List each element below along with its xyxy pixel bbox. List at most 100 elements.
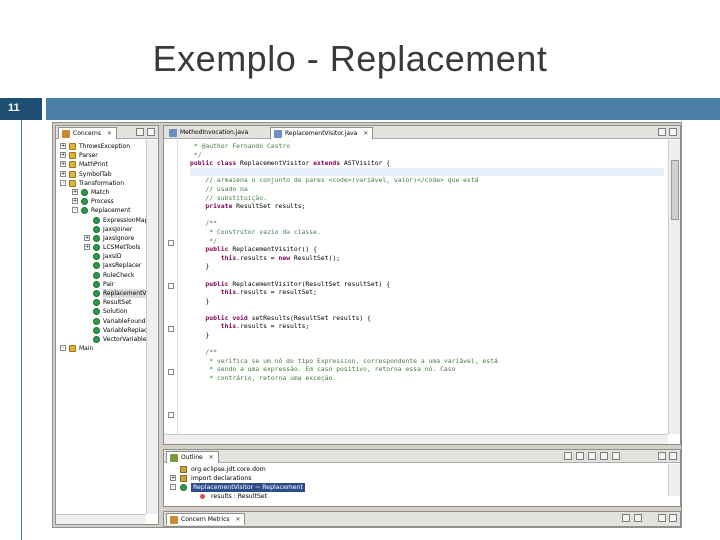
expand-icon[interactable]: + bbox=[60, 170, 66, 177]
class-icon bbox=[93, 280, 100, 288]
tab-replacement-visitor[interactable]: ReplacementVisitor.java ✕ bbox=[270, 127, 374, 139]
code-line: */ bbox=[190, 151, 664, 160]
outline-row[interactable]: + import declarations bbox=[170, 474, 666, 483]
tree-node[interactable]: VariableReplace bbox=[58, 326, 156, 335]
tab-method-invocation-label: MethodInvocation.java bbox=[180, 129, 249, 136]
hide-fields-icon[interactable] bbox=[576, 452, 584, 460]
tree-node[interactable]: Pair bbox=[58, 280, 156, 289]
minimize-icon[interactable] bbox=[658, 452, 666, 460]
tab-method-invocation[interactable]: MethodInvocation.java bbox=[166, 127, 252, 139]
tree-node[interactable]: ReplacementVisitor bbox=[58, 289, 158, 298]
tree-node[interactable]: ExpressionMap bbox=[58, 216, 156, 225]
tab-outline-label: Outline bbox=[181, 454, 203, 461]
class-icon bbox=[93, 326, 100, 334]
collapse-icon[interactable]: - bbox=[72, 207, 78, 214]
tab-concerns[interactable]: Concerns ✕ bbox=[58, 127, 117, 139]
collapse-icon[interactable]: - bbox=[60, 179, 66, 186]
minimize-icon[interactable] bbox=[658, 514, 666, 522]
tree-node[interactable]: ResultSet bbox=[58, 298, 156, 307]
hide-nonpublic-icon[interactable] bbox=[600, 452, 608, 460]
close-icon[interactable]: ✕ bbox=[209, 454, 214, 461]
tree-node[interactable]: + Parser bbox=[58, 151, 156, 160]
outline-row[interactable]: results : ResultSet bbox=[170, 492, 666, 501]
code-token: } bbox=[190, 331, 210, 340]
concerns-horizontal-scrollbar[interactable] bbox=[56, 514, 146, 524]
code-area[interactable]: * @author Fernando Castro */public class… bbox=[190, 142, 664, 434]
expand-icon[interactable]: + bbox=[60, 152, 66, 159]
minimize-icon[interactable] bbox=[658, 128, 666, 136]
tree-node[interactable]: + LCSMetTools bbox=[58, 243, 156, 252]
fold-icon[interactable] bbox=[168, 326, 174, 332]
view-menu-icon[interactable] bbox=[612, 452, 620, 460]
tree-node[interactable]: - Transformation bbox=[58, 179, 156, 188]
tree-node-label: RuleCheck bbox=[103, 271, 135, 279]
expand-icon[interactable]: + bbox=[84, 244, 90, 251]
java-file-icon bbox=[274, 130, 282, 138]
code-token: } bbox=[190, 296, 210, 305]
tree-node[interactable]: JaxsJoiner bbox=[58, 225, 156, 234]
maximize-icon[interactable] bbox=[669, 128, 677, 136]
minimize-icon[interactable] bbox=[136, 128, 144, 136]
tree-node[interactable]: JaxsReplacer bbox=[58, 261, 156, 270]
maximize-icon[interactable] bbox=[669, 514, 677, 522]
tree-node[interactable]: + Process bbox=[58, 197, 156, 206]
tree-node[interactable]: Solution bbox=[58, 307, 156, 316]
tree-node[interactable]: VariableFound bbox=[58, 317, 156, 326]
outline-vertical-scrollbar[interactable] bbox=[668, 464, 680, 496]
editor-vertical-scrollbar[interactable] bbox=[668, 140, 680, 434]
editor-scroll-thumb[interactable] bbox=[671, 160, 679, 220]
maximize-icon[interactable] bbox=[147, 128, 155, 136]
tree-node[interactable]: - Replacement bbox=[58, 206, 156, 215]
expand-icon[interactable]: + bbox=[72, 198, 78, 205]
tree-node[interactable]: + ThrowsException bbox=[58, 142, 156, 151]
collapse-icon[interactable]: - bbox=[170, 484, 176, 490]
fold-icon[interactable] bbox=[168, 240, 174, 246]
code-token: this bbox=[190, 288, 237, 297]
fold-icon[interactable] bbox=[168, 412, 174, 418]
hide-static-icon[interactable] bbox=[588, 452, 596, 460]
tree-node[interactable]: + Match bbox=[58, 188, 156, 197]
code-line: // armazena o conjunto de pares <code>(v… bbox=[190, 176, 664, 185]
maximize-icon[interactable] bbox=[669, 452, 677, 460]
tree-node-label: JaxsID bbox=[103, 253, 122, 261]
expand-icon[interactable]: + bbox=[84, 234, 90, 241]
sort-icon[interactable] bbox=[564, 452, 572, 460]
code-token: */ bbox=[190, 150, 202, 159]
outline-row[interactable]: org.eclipse.jdt.core.dom bbox=[170, 465, 666, 474]
java-editor: MethodInvocation.java ReplacementVisitor… bbox=[163, 125, 681, 445]
expand-icon[interactable]: + bbox=[60, 143, 66, 149]
outline-row[interactable]: - ReplacementVisitor ~ Replacement bbox=[170, 483, 666, 492]
refresh-icon[interactable] bbox=[634, 514, 642, 522]
code-token: * verifica se um nó do tipo Expression, … bbox=[190, 356, 498, 365]
concern-metrics-view: Concern Metrics ✕ bbox=[163, 511, 681, 527]
concerns-vertical-scrollbar[interactable] bbox=[146, 140, 158, 514]
tab-concern-metrics[interactable]: Concern Metrics ✕ bbox=[166, 513, 246, 525]
close-icon[interactable]: ✕ bbox=[235, 516, 240, 523]
tree-node[interactable]: + MathPrint bbox=[58, 160, 156, 169]
tab-outline[interactable]: Outline ✕ bbox=[166, 451, 219, 463]
export-icon[interactable] bbox=[622, 514, 630, 522]
tree-node[interactable]: + SymbolTab bbox=[58, 170, 156, 179]
expand-icon[interactable]: + bbox=[72, 188, 78, 195]
tree-node[interactable]: JaxsID bbox=[58, 252, 156, 261]
tree-node[interactable]: RuleCheck bbox=[58, 271, 156, 280]
code-line: } bbox=[190, 331, 664, 340]
tree-node[interactable]: + JaxsIgnore bbox=[58, 234, 156, 243]
close-icon[interactable]: ✕ bbox=[107, 130, 112, 137]
tree-node[interactable]: - Main bbox=[58, 344, 156, 353]
class-icon bbox=[93, 317, 100, 325]
import-icon bbox=[180, 466, 187, 473]
expand-icon[interactable]: + bbox=[170, 475, 176, 481]
close-icon[interactable]: ✕ bbox=[363, 130, 368, 137]
fold-icon[interactable] bbox=[168, 369, 174, 375]
editor-horizontal-scrollbar[interactable] bbox=[164, 434, 668, 444]
title-accent-bar bbox=[46, 98, 720, 120]
collapse-icon[interactable]: - bbox=[60, 345, 66, 352]
tree-node[interactable]: VectorVariables bbox=[58, 335, 156, 344]
tree-node-label: Replacement bbox=[91, 207, 131, 215]
code-token: this bbox=[190, 253, 237, 262]
fold-icon[interactable] bbox=[168, 283, 174, 289]
expand-icon[interactable]: + bbox=[60, 161, 66, 168]
code-line: /** bbox=[190, 219, 664, 228]
